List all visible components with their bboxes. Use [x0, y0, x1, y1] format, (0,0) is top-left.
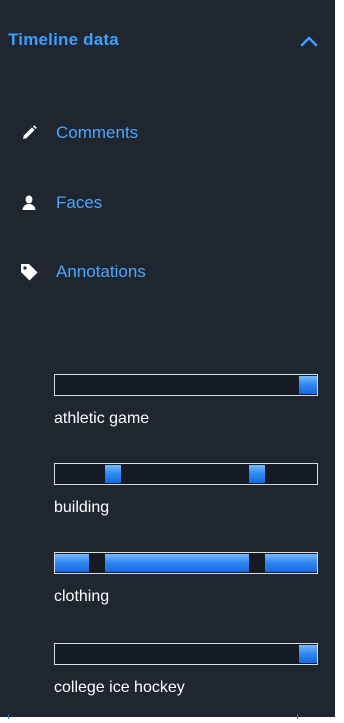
- panel-title: Timeline data: [8, 30, 119, 49]
- nav-item-faces[interactable]: Faces: [18, 189, 298, 217]
- nav-label: Faces: [56, 193, 103, 212]
- timeline-segment[interactable]: [55, 554, 89, 572]
- nav-label: Annotations: [56, 262, 146, 281]
- nav-item-comments[interactable]: Comments: [18, 119, 298, 147]
- timeline-track-row: building: [54, 463, 319, 516]
- bottom-strip: [0, 717, 344, 723]
- timeline-segment[interactable]: [299, 376, 317, 394]
- timeline-track-row: college ice hockey: [54, 643, 319, 696]
- timeline-track[interactable]: [54, 552, 318, 574]
- track-label: athletic game: [54, 410, 150, 427]
- tag-icon: [18, 261, 40, 283]
- timeline-track[interactable]: [54, 463, 318, 485]
- timeline-track-row: athletic game: [54, 374, 319, 427]
- timeline-segment[interactable]: [249, 465, 265, 483]
- track-label: building: [54, 499, 110, 516]
- person-icon: [18, 192, 40, 214]
- track-label: clothing: [54, 588, 110, 605]
- timeline-segment[interactable]: [299, 645, 317, 663]
- nav-label: Comments: [56, 123, 139, 142]
- timeline-segment[interactable]: [105, 465, 121, 483]
- nav-item-annotations[interactable]: Annotations: [18, 258, 298, 286]
- timeline-segment[interactable]: [265, 554, 317, 572]
- timeline-track[interactable]: [54, 374, 318, 396]
- track-label: college ice hockey: [54, 679, 185, 696]
- timeline-track[interactable]: [54, 643, 318, 665]
- pencil-icon: [18, 122, 40, 144]
- scroll-tick: [297, 714, 298, 719]
- timeline-segment[interactable]: [105, 554, 249, 572]
- panel-header[interactable]: Timeline data: [0, 26, 335, 56]
- timeline-panel: Timeline data Comments Faces Annotations…: [0, 0, 335, 717]
- timeline-track-row: clothing: [54, 552, 319, 605]
- chevron-up-icon[interactable]: [296, 30, 322, 52]
- scroll-tick: [8, 714, 9, 719]
